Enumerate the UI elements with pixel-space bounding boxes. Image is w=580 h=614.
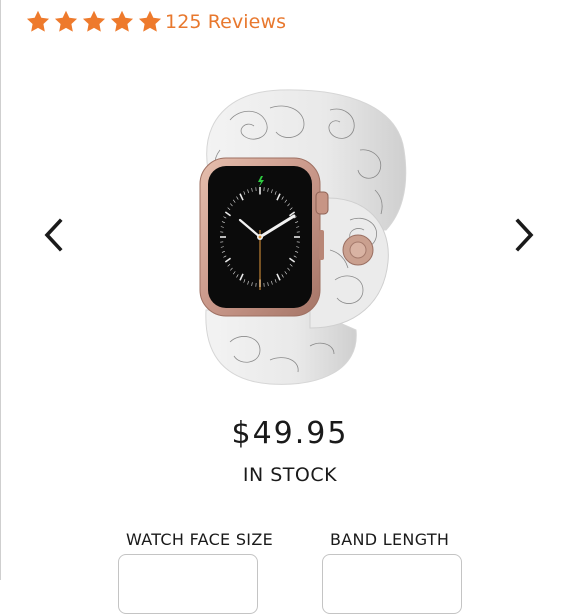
star-icon — [108, 9, 136, 35]
product-rating[interactable]: 125 Reviews — [24, 8, 286, 36]
product-price: $49.95 — [0, 416, 580, 451]
star-icon — [80, 9, 108, 35]
star-icon — [136, 9, 164, 35]
digital-crown — [316, 192, 328, 214]
chevron-left-icon — [43, 218, 65, 252]
carousel-prev-button[interactable] — [40, 215, 68, 255]
watch-face-size-label: WATCH FACE SIZE — [126, 530, 273, 549]
watch-face-size-select[interactable] — [118, 554, 258, 614]
band-length-label: BAND LENGTH — [330, 530, 449, 549]
rating-stars — [24, 9, 164, 35]
star-icon — [52, 9, 80, 35]
reviews-link[interactable]: 125 Reviews — [165, 11, 286, 33]
star-icon — [24, 9, 52, 35]
band-length-select[interactable] — [322, 554, 462, 614]
chevron-right-icon — [513, 218, 535, 252]
stock-status: IN STOCK — [0, 464, 580, 486]
product-image — [160, 80, 420, 390]
carousel-next-button[interactable] — [510, 215, 538, 255]
product-image-carousel — [0, 70, 580, 400]
